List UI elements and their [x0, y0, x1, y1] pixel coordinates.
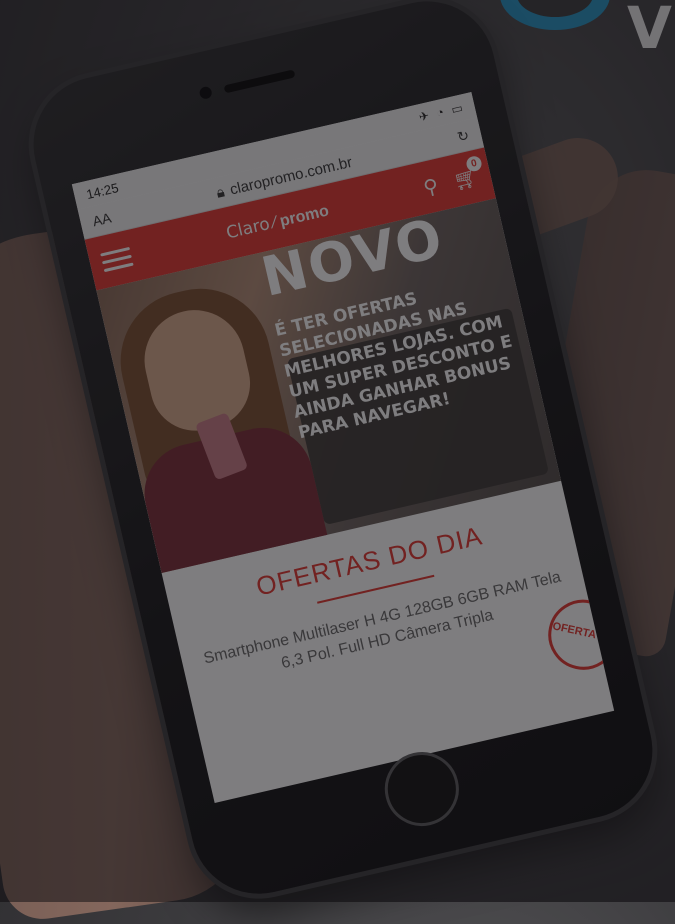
airplane-icon: ✈ — [417, 108, 431, 125]
earpiece-speaker — [223, 69, 296, 94]
cart-button[interactable]: 🛒︎ 0 — [451, 154, 483, 193]
wifi-icon: ◔ — [435, 104, 446, 121]
reload-icon[interactable]: ↻ — [455, 126, 470, 145]
site-logo[interactable]: Claro ⁄ promo — [224, 200, 330, 243]
lock-icon: 🔒︎ — [214, 182, 227, 202]
status-time: 14:25 — [84, 179, 120, 202]
logo-spark-icon: ⁄ — [271, 212, 279, 232]
front-camera — [198, 85, 213, 100]
text-size-button[interactable]: AA — [91, 210, 113, 230]
logo-brand: Claro — [224, 214, 272, 244]
logo-promo: promo — [278, 202, 331, 231]
corner-brand-logo: V — [500, 0, 672, 60]
search-icon[interactable]: ⚲ — [421, 173, 441, 201]
battery-icon: ▭ — [449, 100, 465, 117]
corner-brand-letter: V — [627, 0, 672, 60]
menu-icon[interactable] — [100, 246, 134, 272]
